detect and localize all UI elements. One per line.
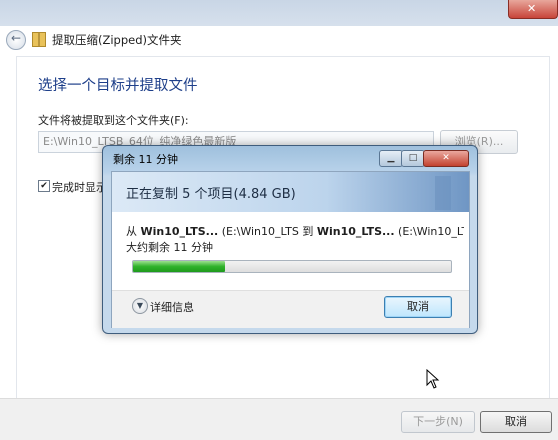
copy-progress-bar [132,260,452,273]
window-close-button[interactable]: ✕ [508,0,558,19]
wizard-cancel-button[interactable]: 取消 [480,411,552,433]
copy-banner: 正在复制 5 个项目(4.84 GB) [112,172,469,212]
time-remaining: 大约剩余 11 分钟 [126,241,213,254]
mouse-cursor-icon [426,369,440,389]
dialog-maximize-button[interactable]: □ [401,150,425,167]
dialog-body: 正在复制 5 个项目(4.84 GB) 从 Win10_LTS... (E:\W… [111,171,470,328]
copy-progress-fill [133,261,226,272]
dialog-cancel-button[interactable]: 取消 [384,296,452,318]
wizard-heading: 选择一个目标并提取文件 [38,78,198,94]
source-link[interactable]: Win10_LTS... [141,225,219,238]
dialog-minimize-button[interactable]: ▁ [379,150,403,167]
copy-from-to-line: 从 Win10_LTS... (E:\Win10_LTS 到 Win10_LTS… [126,225,464,238]
destination-link[interactable]: Win10_LTS... [317,225,395,238]
chevron-down-icon[interactable]: ▼ [132,298,148,314]
dialog-title: 剩余 11 分钟 [113,153,178,166]
back-arrow-icon: ← [11,31,22,45]
copy-progress-dialog: 剩余 11 分钟 ▁ □ ✕ 正在复制 5 个项目(4.84 GB) 从 Win… [102,145,478,334]
close-icon: ✕ [527,2,537,15]
more-details-toggle[interactable]: 详细信息 [150,299,194,315]
copy-status-text: 正在复制 5 个项目(4.84 GB) [126,187,296,202]
dialog-close-button[interactable]: ✕ [423,150,469,167]
extract-path-label: 文件将被提取到这个文件夹(F): [38,114,189,127]
zip-folder-icon [32,32,46,47]
next-button[interactable]: 下一步(N) [401,411,475,433]
wizard-title: 提取压缩(Zipped)文件夹 [52,33,182,47]
show-files-checkbox[interactable]: ✔ [38,180,50,192]
wizard-nav-bar: ← 提取压缩(Zipped)文件夹 [0,26,558,52]
back-button[interactable]: ← [6,30,26,50]
show-files-label: 完成时显示 [52,181,107,194]
banner-decoration [435,176,451,210]
